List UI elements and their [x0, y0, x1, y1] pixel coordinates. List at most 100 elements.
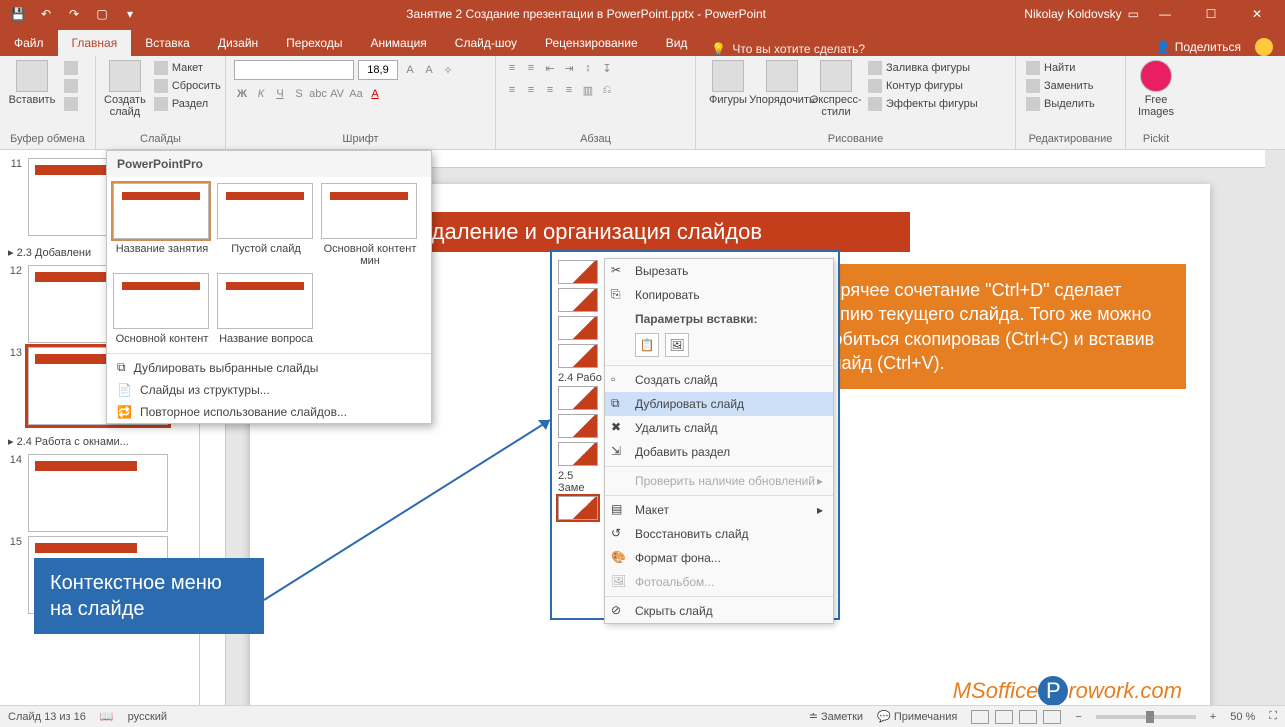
shape-effects-button[interactable]: Эффекты фигуры — [866, 96, 980, 112]
font-size-input[interactable] — [358, 60, 398, 80]
line-spacing-icon[interactable]: ↕ — [580, 60, 596, 76]
indent-more-icon[interactable]: ⇥ — [561, 60, 577, 76]
tab-design[interactable]: Дизайн — [204, 30, 272, 56]
tab-view[interactable]: Вид — [652, 30, 702, 56]
tab-review[interactable]: Рецензирование — [531, 30, 652, 56]
align-right-icon[interactable]: ≡ — [542, 82, 558, 98]
replace-button[interactable]: Заменить — [1024, 78, 1097, 94]
bold-icon[interactable]: Ж — [234, 86, 250, 102]
redo-icon[interactable]: ↷ — [64, 4, 84, 24]
strike-icon[interactable]: S — [291, 86, 307, 102]
tab-slideshow[interactable]: Слайд-шоу — [441, 30, 531, 56]
layout-option[interactable]: Название вопроса — [217, 273, 315, 345]
save-icon[interactable]: 💾 — [8, 4, 28, 24]
indent-less-icon[interactable]: ⇤ — [542, 60, 558, 76]
reading-view-icon[interactable] — [1019, 710, 1037, 724]
close-button[interactable]: ✕ — [1237, 0, 1277, 28]
tab-file[interactable]: Файл — [0, 30, 58, 56]
zoom-level[interactable]: 50 % — [1230, 711, 1255, 723]
reset-button[interactable]: Сбросить — [152, 78, 223, 94]
minimize-button[interactable]: — — [1145, 0, 1185, 28]
paste-dest-theme-icon[interactable]: 📋 — [635, 333, 659, 357]
ctx-hide-slide[interactable]: ⊘Скрыть слайд — [605, 599, 833, 623]
align-center-icon[interactable]: ≡ — [523, 82, 539, 98]
maximize-button[interactable]: ☐ — [1191, 0, 1231, 28]
font-color-icon[interactable]: A — [367, 86, 383, 102]
ribbon-options-icon[interactable]: ▭ — [1128, 7, 1139, 21]
shrink-font-icon[interactable]: A — [421, 62, 437, 78]
gallery-from-outline[interactable]: 📄Слайды из структуры... — [107, 379, 431, 401]
italic-icon[interactable]: К — [253, 86, 269, 102]
layout-option[interactable]: Название занятия — [113, 183, 211, 267]
layout-option[interactable]: Пустой слайд — [217, 183, 315, 267]
copy-button[interactable] — [62, 78, 80, 94]
layout-option[interactable]: Основной контент мин — [321, 183, 419, 267]
justify-icon[interactable]: ≡ — [561, 82, 577, 98]
layout-option[interactable]: Основной контент — [113, 273, 211, 345]
tab-transitions[interactable]: Переходы — [272, 30, 356, 56]
fit-to-window-icon[interactable]: ⛶ — [1269, 710, 1277, 723]
new-slide-button[interactable]: Создать слайд — [104, 60, 146, 118]
user-name[interactable]: Nikolay Koldovsky — [1024, 7, 1121, 21]
comments-button[interactable]: 💬 Примечания — [877, 710, 957, 723]
ctx-format-background[interactable]: 🎨Формат фона... — [605, 546, 833, 570]
smartart-icon[interactable]: ⎌ — [599, 82, 615, 98]
section-header[interactable]: ▸ 2.4 Работа с окнами... — [4, 429, 195, 450]
format-painter-button[interactable] — [62, 96, 80, 112]
normal-view-icon[interactable] — [971, 710, 989, 724]
spacing-icon[interactable]: AV — [329, 86, 345, 102]
ctx-delete-slide[interactable]: ✖Удалить слайд — [605, 416, 833, 440]
slide-indicator[interactable]: Слайд 13 из 16 — [8, 711, 86, 723]
callout-box[interactable]: Контекстное меню на слайде — [34, 558, 264, 634]
start-slideshow-icon[interactable]: ▢ — [92, 4, 112, 24]
zoom-out-icon[interactable]: − — [1075, 711, 1081, 723]
pickit-button[interactable]: Free Images — [1134, 60, 1178, 118]
columns-icon[interactable]: ▥ — [580, 82, 596, 98]
ctx-layout[interactable]: ▤Макет▸ — [605, 498, 833, 522]
tab-insert[interactable]: Вставка — [131, 30, 204, 56]
shapes-button[interactable]: Фигуры — [704, 60, 752, 106]
layout-button[interactable]: Макет — [152, 60, 223, 76]
slideshow-view-icon[interactable] — [1043, 710, 1061, 724]
paste-picture-icon[interactable]: 🖼 — [665, 333, 689, 357]
thumb-14[interactable] — [28, 454, 168, 532]
notes-button[interactable]: ≐ Заметки — [809, 710, 863, 723]
sorter-view-icon[interactable] — [995, 710, 1013, 724]
gallery-reuse-slides[interactable]: 🔁Повторное использование слайдов... — [107, 401, 431, 423]
align-left-icon[interactable]: ≡ — [504, 82, 520, 98]
ctx-cut[interactable]: ✂Вырезать — [605, 259, 833, 283]
clear-format-icon[interactable]: ✧ — [440, 62, 456, 78]
zoom-slider[interactable] — [1096, 715, 1196, 719]
tip-textbox[interactable]: Горячее сочетание "Ctrl+D" сделает копию… — [806, 264, 1186, 389]
shadow-icon[interactable]: abc — [310, 86, 326, 102]
undo-icon[interactable]: ↶ — [36, 4, 56, 24]
select-button[interactable]: Выделить — [1024, 96, 1097, 112]
paste-button[interactable]: Вставить — [8, 60, 56, 106]
tab-home[interactable]: Главная — [58, 30, 132, 56]
case-icon[interactable]: Aa — [348, 86, 364, 102]
language-indicator[interactable]: русский — [128, 711, 167, 723]
ctx-copy[interactable]: ⎘Копировать — [605, 283, 833, 307]
font-name-input[interactable] — [234, 60, 354, 80]
cut-button[interactable] — [62, 60, 80, 76]
numbering-icon[interactable]: ≡ — [523, 60, 539, 76]
ctx-restore-slide[interactable]: ↺Восстановить слайд — [605, 522, 833, 546]
spellcheck-icon[interactable]: 📖 — [100, 710, 114, 723]
ctx-new-slide[interactable]: ▫Создать слайд — [605, 368, 833, 392]
ctx-add-section[interactable]: ⇲Добавить раздел — [605, 440, 833, 464]
section-button[interactable]: Раздел — [152, 96, 223, 112]
arrange-button[interactable]: Упорядочить — [758, 60, 806, 106]
share-button[interactable]: 👤Поделиться — [1156, 40, 1241, 54]
shape-outline-button[interactable]: Контур фигуры — [866, 78, 980, 94]
quick-styles-button[interactable]: Экспресс-стили — [812, 60, 860, 118]
find-button[interactable]: Найти — [1024, 60, 1097, 76]
shape-fill-button[interactable]: Заливка фигуры — [866, 60, 980, 76]
gallery-duplicate[interactable]: ⧉Дублировать выбранные слайды — [107, 356, 431, 379]
text-direction-icon[interactable]: ↧ — [599, 60, 615, 76]
underline-icon[interactable]: Ч — [272, 86, 288, 102]
ctx-duplicate-slide[interactable]: ⧉Дублировать слайд — [605, 392, 833, 416]
zoom-in-icon[interactable]: + — [1210, 711, 1216, 723]
qat-more-icon[interactable]: ▾ — [120, 4, 140, 24]
feedback-icon[interactable] — [1255, 38, 1273, 56]
grow-font-icon[interactable]: A — [402, 62, 418, 78]
